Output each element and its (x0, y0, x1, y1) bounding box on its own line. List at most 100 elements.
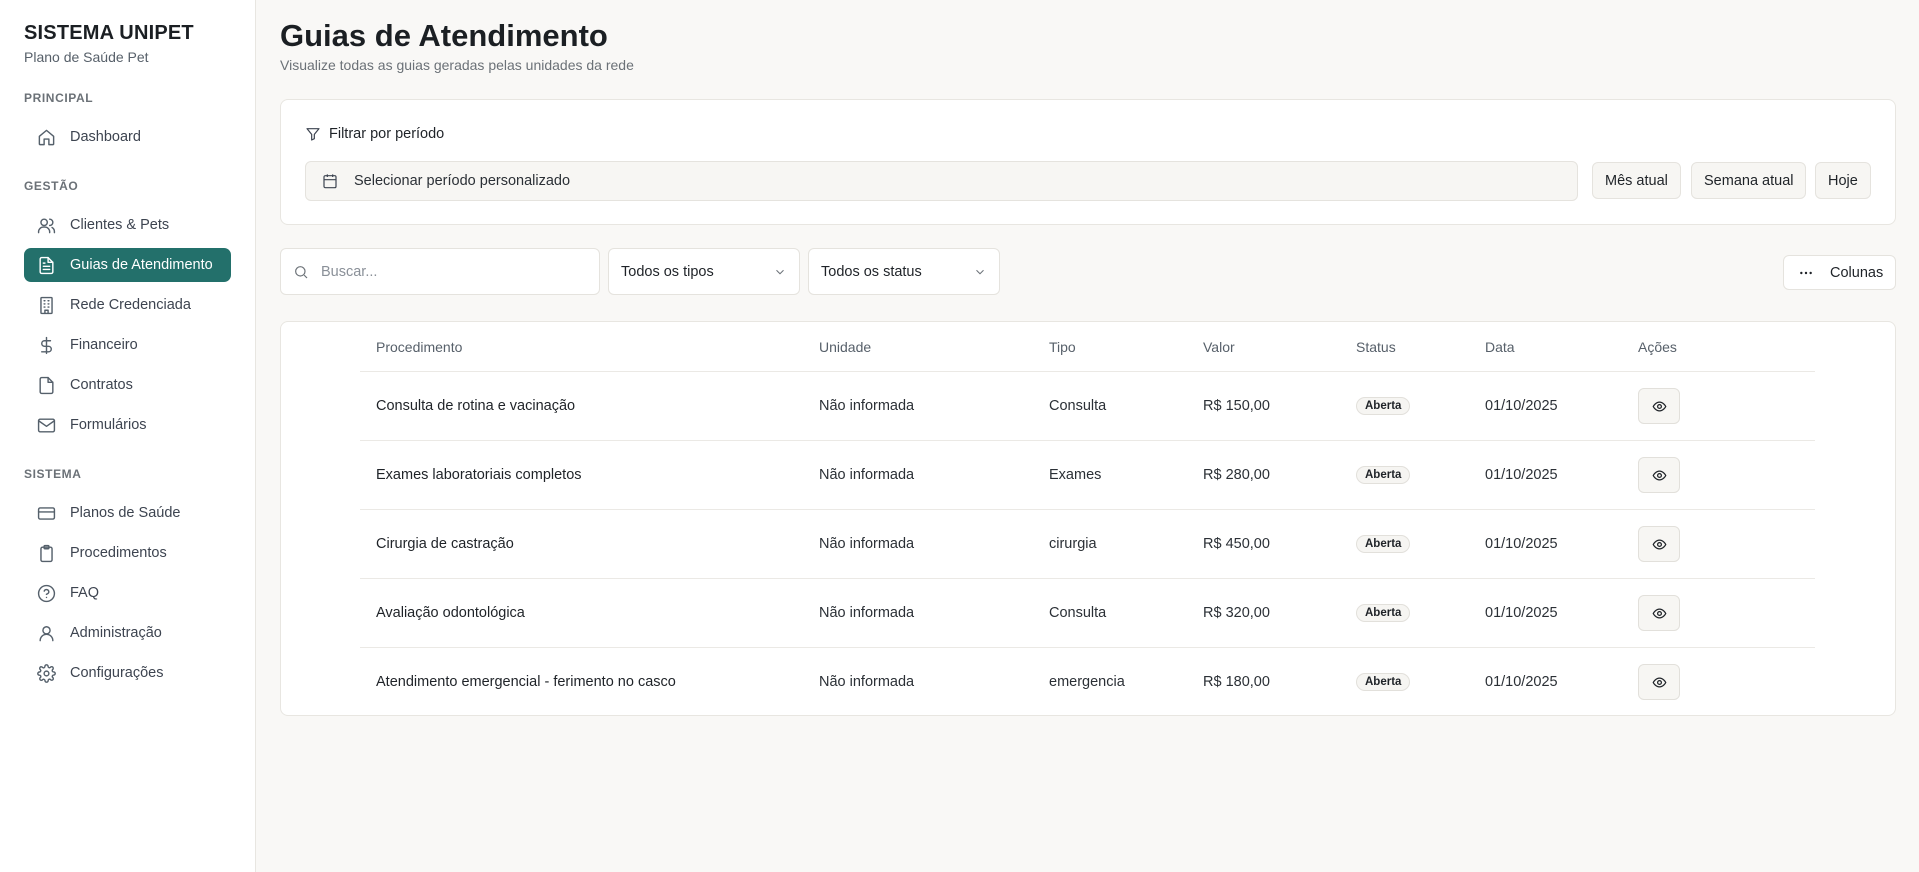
view-guide-button[interactable] (1638, 388, 1680, 424)
sidebar-item-faq[interactable]: FAQ (24, 576, 231, 610)
type-select-value: Todos os tipos (621, 263, 714, 280)
section-label-principal: PRINCIPAL (24, 91, 94, 105)
cell-procedimento: Atendimento emergencial - ferimento no c… (376, 674, 676, 690)
status-select[interactable]: Todos os status (808, 248, 1000, 295)
today-button[interactable]: Hoje (1815, 162, 1871, 199)
sidebar-item-label: Configurações (70, 665, 164, 681)
cell-tipo: Consulta (1049, 605, 1107, 621)
column-header-procedimento[interactable]: Procedimento (376, 322, 462, 371)
status-badge: Aberta (1356, 466, 1411, 484)
chevron-down-icon (976, 269, 984, 274)
file-text-icon (36, 255, 56, 275)
sidebar-item-label: Guias de Atendimento (70, 257, 213, 273)
section-label-gestao: GESTÃO (24, 179, 79, 193)
users-icon (36, 215, 56, 235)
dollar-icon (36, 335, 56, 355)
cell-tipo: Exames (1049, 467, 1102, 483)
view-guide-button[interactable] (1638, 595, 1680, 631)
current-month-button[interactable]: Mês atual (1592, 162, 1681, 199)
sidebar-item-clientes-pets[interactable]: Clientes & Pets (24, 208, 231, 242)
eye-icon (1652, 469, 1666, 481)
user-icon (36, 623, 56, 643)
clipboard-icon (36, 543, 56, 563)
sidebar-item-formularios[interactable]: Formulários (24, 408, 231, 442)
sidebar: SISTEMA UNIPET Plano de Saúde Pet PRINCI… (0, 0, 256, 872)
gear-icon (36, 663, 56, 683)
column-header-status[interactable]: Status (1356, 322, 1396, 371)
search-icon (295, 265, 308, 278)
calendar-icon (323, 174, 337, 189)
chevron-down-icon (776, 269, 784, 274)
column-header-tipo[interactable]: Tipo (1049, 322, 1076, 371)
filter-heading-label: Filtrar por período (329, 126, 445, 142)
building-icon (36, 295, 56, 315)
home-icon (36, 127, 56, 147)
help-circle-icon (36, 583, 56, 603)
sidebar-item-label: Planos de Saúde (70, 505, 181, 521)
status-badge: Aberta (1356, 397, 1411, 415)
sidebar-item-administracao[interactable]: Administração (24, 616, 231, 650)
cell-data: 01/10/2025 (1485, 674, 1558, 690)
eye-icon (1652, 538, 1666, 550)
sidebar-item-label: Rede Credenciada (70, 297, 191, 313)
eye-icon (1652, 400, 1666, 412)
type-select[interactable]: Todos os tipos (608, 248, 800, 295)
cell-data: 01/10/2025 (1485, 605, 1558, 621)
cell-data: 01/10/2025 (1485, 467, 1558, 483)
brand-subtitle: Plano de Saúde Pet (24, 49, 149, 65)
table-header-row: Procedimento Unidade Tipo Valor Status D… (360, 322, 1815, 372)
sidebar-item-rede-credenciada[interactable]: Rede Credenciada (24, 288, 231, 322)
page-title: Guias de Atendimento (280, 18, 608, 53)
sidebar-item-financeiro[interactable]: Financeiro (24, 328, 231, 362)
cell-valor: R$ 280,00 (1203, 467, 1270, 483)
cell-unidade: Não informada (819, 536, 915, 552)
cell-unidade: Não informada (819, 398, 915, 414)
period-filter-card: Filtrar por período Selecionar período p… (280, 99, 1896, 225)
search-box (280, 248, 600, 295)
custom-period-picker[interactable]: Selecionar período personalizado (305, 161, 1578, 201)
cell-unidade: Não informada (819, 674, 915, 690)
cell-tipo: emergencia (1049, 674, 1125, 690)
brand-title: SISTEMA UNIPET (24, 22, 194, 44)
cell-procedimento: Exames laboratoriais completos (376, 467, 582, 483)
sidebar-item-procedimentos[interactable]: Procedimentos (24, 536, 231, 570)
credit-card-icon (36, 503, 56, 523)
column-header-unidade[interactable]: Unidade (819, 322, 871, 371)
sidebar-item-contratos[interactable]: Contratos (24, 368, 231, 402)
sidebar-item-planos-saude[interactable]: Planos de Saúde (24, 496, 231, 530)
cell-valor: R$ 150,00 (1203, 398, 1270, 414)
filter-icon (306, 128, 320, 141)
column-header-valor[interactable]: Valor (1203, 322, 1235, 371)
cell-valor: R$ 180,00 (1203, 674, 1270, 690)
sidebar-item-label: Contratos (70, 377, 133, 393)
table-row: Cirurgia de castração Não informada ciru… (360, 510, 1815, 579)
table-row: Consulta de rotina e vacinação Não infor… (360, 372, 1815, 441)
search-input[interactable] (321, 263, 571, 280)
cell-valor: R$ 320,00 (1203, 605, 1270, 621)
view-guide-button[interactable] (1638, 526, 1680, 562)
more-horizontal-icon (1800, 271, 1812, 274)
mail-icon (36, 415, 56, 435)
sidebar-item-dashboard[interactable]: Dashboard (24, 120, 231, 154)
columns-button[interactable]: Colunas (1783, 255, 1896, 290)
status-badge: Aberta (1356, 673, 1411, 691)
custom-period-label: Selecionar período personalizado (354, 173, 571, 189)
view-guide-button[interactable] (1638, 457, 1680, 493)
sidebar-item-label: Administração (70, 625, 162, 641)
column-header-acoes: Ações (1638, 338, 1677, 355)
sidebar-item-configuracoes[interactable]: Configurações (24, 656, 231, 690)
status-badge: Aberta (1356, 604, 1411, 622)
cell-procedimento: Avaliação odontológica (376, 605, 525, 621)
cell-procedimento: Consulta de rotina e vacinação (376, 398, 576, 414)
cell-tipo: cirurgia (1049, 536, 1097, 552)
sidebar-item-label: Financeiro (70, 337, 138, 353)
cell-tipo: Consulta (1049, 398, 1107, 414)
sidebar-item-guias[interactable]: Guias de Atendimento (24, 248, 231, 282)
filter-heading: Filtrar por período (305, 126, 444, 142)
columns-button-label: Colunas (1830, 264, 1884, 281)
sidebar-item-label: Clientes & Pets (70, 217, 170, 233)
current-week-button[interactable]: Semana atual (1691, 162, 1807, 199)
column-header-data[interactable]: Data (1485, 322, 1515, 371)
view-guide-button[interactable] (1638, 664, 1680, 700)
guides-table: Procedimento Unidade Tipo Valor Status D… (280, 321, 1896, 716)
